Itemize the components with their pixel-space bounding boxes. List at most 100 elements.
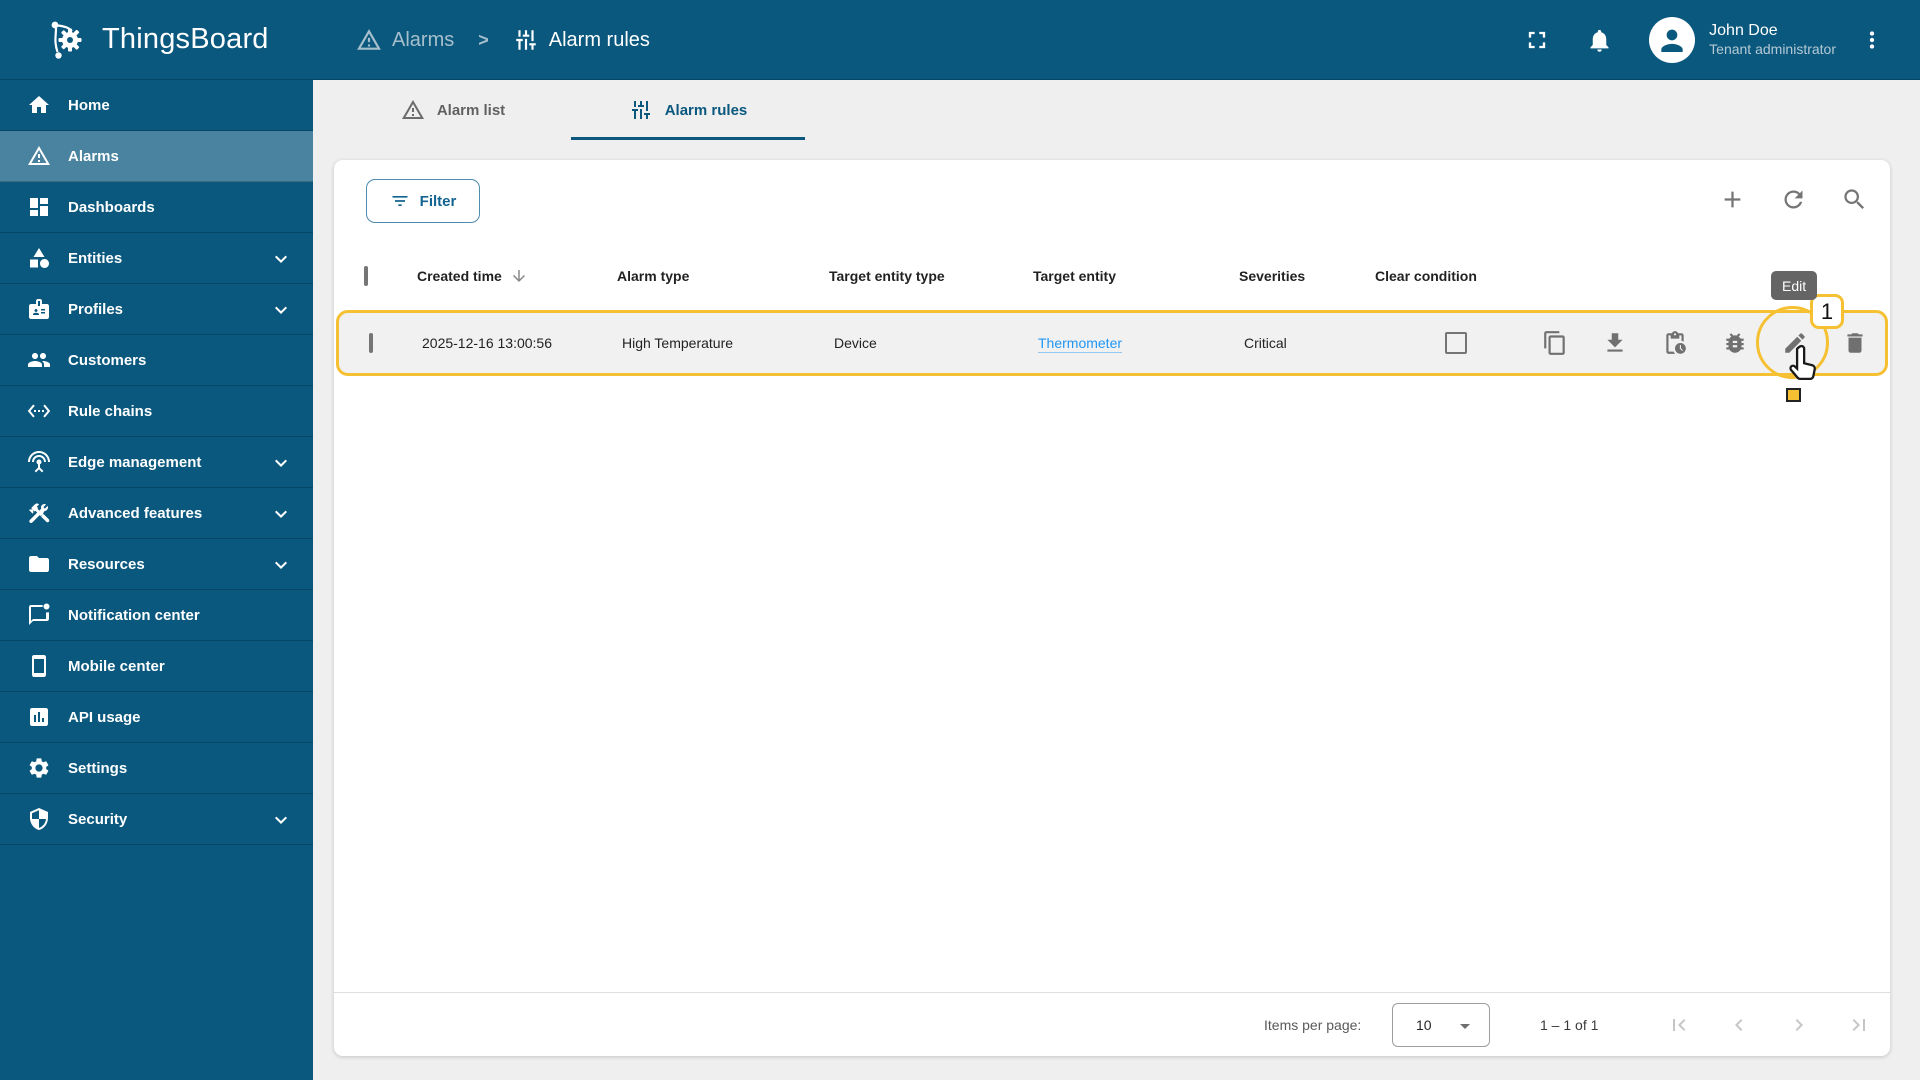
last-page-icon[interactable] [1847,1013,1871,1037]
breadcrumb-alarms[interactable]: Alarms [356,27,454,53]
antenna-icon [27,450,51,474]
warning-icon [401,98,425,122]
delete-icon [1842,330,1868,356]
delete-button[interactable] [1835,323,1875,363]
refresh-icon[interactable] [1780,186,1807,213]
chevron-down-icon [269,553,293,577]
sidebar-item-label: API usage [68,708,141,726]
filter-icon [390,191,410,211]
warning-icon [27,144,51,168]
first-page-icon[interactable] [1667,1013,1691,1037]
add-icon[interactable] [1719,186,1746,213]
alarm-rules-icon [513,27,539,53]
sidebar-item-rule-chains[interactable]: Rule chains [0,386,313,437]
debug-button[interactable] [1715,323,1755,363]
sidebar-item-label: Settings [68,759,128,777]
edit-tooltip: Edit [1771,271,1818,300]
alarm-rules-icon [629,98,653,122]
sidebar-item-label: Notification center [68,606,200,624]
gear-icon [27,756,51,780]
people-icon [27,348,51,372]
sidebar-item-resources[interactable]: Resources [0,539,313,590]
tab-bar: Alarm list Alarm rules [343,80,813,140]
tour-click-marker [1786,388,1801,402]
home-icon [27,93,51,117]
chevron-left-icon[interactable] [1727,1013,1751,1037]
sidebar-item-label: Mobile center [68,657,165,675]
sidebar-item-alarms[interactable]: Alarms [0,131,313,182]
search-icon[interactable] [1841,186,1868,213]
chevron-right-icon[interactable] [1787,1013,1811,1037]
breadcrumb: Alarms > Alarm rules [356,0,650,80]
sidebar-item-notification-center[interactable]: Notification center [0,590,313,641]
thingsboard-screen: ThingsBoard Alarms > Alarm rules John Do… [0,0,1920,1080]
page-size-select[interactable]: 10 [1392,1003,1490,1047]
sidebar-item-label: Dashboards [68,198,155,216]
kebab-menu-icon[interactable] [1858,26,1886,54]
notifications-bell-icon[interactable] [1585,26,1613,54]
tour-step-badge: 1 [1810,294,1844,329]
sidebar-item-dashboards[interactable]: Dashboards [0,182,313,233]
mobile-icon [27,654,51,678]
avatar[interactable] [1649,17,1696,63]
sidebar: Home Alarms Dashboards Entities Profiles Cust… [0,80,313,1080]
column-severities[interactable]: Severities [1239,268,1305,284]
sidebar-item-security[interactable]: Security [0,794,313,845]
column-created-time[interactable]: Created time [417,267,528,285]
breadcrumb-alarm-rules: Alarm rules [513,27,650,53]
user-name: John Doe [1709,22,1778,40]
pending-actions-icon [1662,330,1688,356]
sidebar-item-edge-management[interactable]: Edge management [0,437,313,488]
copy-button[interactable] [1535,323,1575,363]
main-content: Alarm list Alarm rules Filter Created ti… [313,80,1920,1080]
filter-button[interactable]: Filter [366,179,480,223]
breadcrumb-separator: > [478,29,489,50]
fullscreen-icon[interactable] [1523,26,1551,54]
sidebar-item-advanced-features[interactable]: Advanced features [0,488,313,539]
sidebar-item-mobile-center[interactable]: Mobile center [0,641,313,692]
sidebar-item-label: Customers [68,351,147,369]
sidebar-item-settings[interactable]: Settings [0,743,313,794]
header-actions: John Doe Tenant administrator [1523,0,1920,80]
row-checkbox[interactable] [369,333,373,353]
alarm-rules-table-card: Filter Created time Alarm type Target en… [334,160,1890,1056]
table-footer: Items per page: 10 1 – 1 of 1 [334,992,1890,1056]
tab-alarm-rules[interactable]: Alarm rules [563,80,813,140]
construction-icon [27,501,51,525]
sidebar-item-api-usage[interactable]: API usage [0,692,313,743]
app-header: ThingsBoard Alarms > Alarm rules John Do… [0,0,1920,80]
sidebar-item-entities[interactable]: Entities [0,233,313,284]
target-entity-link[interactable]: Thermometer [1038,335,1123,353]
table-row[interactable]: 2025-12-16 13:00:56 High Temperature Dev… [336,310,1888,376]
tab-alarm-list[interactable]: Alarm list [343,80,563,140]
sidebar-item-home[interactable]: Home [0,80,313,131]
user-info[interactable]: John Doe Tenant administrator [1709,21,1836,59]
dashboard-icon [27,195,51,219]
export-button[interactable] [1595,323,1635,363]
bug-icon [1722,330,1748,356]
chevron-down-icon [269,502,293,526]
select-all-checkbox[interactable] [364,266,368,286]
user-role: Tenant administrator [1709,41,1836,58]
sidebar-item-label: Advanced features [68,504,203,522]
copy-icon [1542,330,1568,356]
shield-icon [27,807,51,831]
thingsboard-logo[interactable]: ThingsBoard [0,16,269,64]
chevron-down-icon [269,451,293,475]
column-target-entity-type[interactable]: Target entity type [829,268,945,284]
warning-icon [356,27,382,53]
sidebar-item-customers[interactable]: Customers [0,335,313,386]
clear-condition-checkbox[interactable] [1445,332,1467,354]
row-severities: Critical [1244,335,1287,351]
sidebar-item-profiles[interactable]: Profiles [0,284,313,335]
sidebar-item-label: Profiles [68,300,124,318]
column-alarm-type[interactable]: Alarm type [617,268,689,284]
download-icon [1602,330,1628,356]
thingsboard-logo-icon [44,16,92,64]
test-button[interactable] [1655,323,1695,363]
table-header-row: Created time Alarm type Target entity ty… [334,248,1890,304]
column-target-entity[interactable]: Target entity [1033,268,1116,284]
column-clear-condition[interactable]: Clear condition [1375,268,1477,284]
row-target-entity-type: Device [834,335,877,351]
items-per-page-label: Items per page: [1264,1016,1362,1033]
